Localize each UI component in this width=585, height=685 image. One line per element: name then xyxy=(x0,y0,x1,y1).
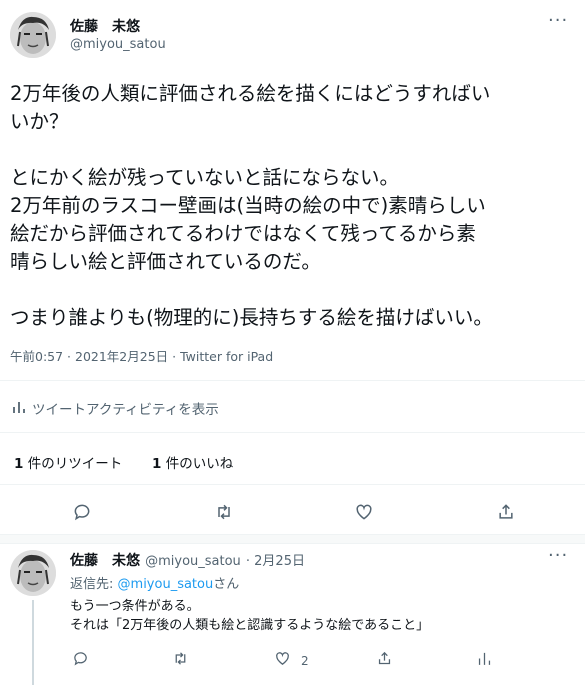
thread-line xyxy=(32,600,34,685)
author-handle[interactable]: @miyou_satou xyxy=(70,37,166,52)
likes-label: 件のいいね xyxy=(165,456,234,472)
divider xyxy=(0,432,585,433)
reply-like-count: 2 xyxy=(301,653,309,668)
likes-count: 1 xyxy=(152,456,162,472)
view-activity-link[interactable]: ツイートアクティビティを表示 xyxy=(12,398,219,418)
retweet-icon[interactable] xyxy=(212,500,236,524)
activity-icon xyxy=(12,399,26,418)
replying-prefix: 返信先: xyxy=(70,577,114,592)
reply-header: 佐藤 未悠 @miyou_satou · 2月25日 xyxy=(70,550,305,570)
like-icon[interactable] xyxy=(352,500,376,524)
reply-like-icon xyxy=(274,650,291,671)
reply-icon[interactable] xyxy=(70,500,94,524)
reply-more-icon[interactable]: ··· xyxy=(548,545,568,566)
share-icon[interactable] xyxy=(494,500,518,524)
more-icon[interactable]: ··· xyxy=(548,10,568,31)
author-name[interactable]: 佐藤 未悠 xyxy=(70,16,140,36)
section-divider xyxy=(0,534,585,544)
reply-like-button[interactable]: 2 xyxy=(274,650,309,671)
reply-share-icon[interactable] xyxy=(376,650,393,671)
divider xyxy=(0,380,585,381)
tweet-timestamp[interactable]: 午前0:57 · 2021年2月25日 · Twitter for iPad xyxy=(10,346,273,365)
activity-label: ツイートアクティビティを表示 xyxy=(32,402,219,418)
retweets-count: 1 xyxy=(14,456,24,472)
retweets-stat[interactable]: 1 件のリツイート xyxy=(14,452,122,472)
reply-activity-icon[interactable] xyxy=(476,650,493,671)
reply-date[interactable]: · 2月25日 xyxy=(246,554,305,569)
reply-text: もう一つ条件がある。 それは「2万年後の人類も絵と認識するような絵であること」 xyxy=(70,599,430,633)
author-avatar[interactable] xyxy=(10,12,56,58)
replying-to: 返信先: @miyou_satouさん xyxy=(70,573,239,592)
likes-stat[interactable]: 1 件のいいね xyxy=(152,452,233,472)
reply-retweet-icon[interactable] xyxy=(172,650,189,671)
replying-suffix: さん xyxy=(213,577,240,592)
reply-author-avatar[interactable] xyxy=(10,550,56,596)
reply-author-name[interactable]: 佐藤 未悠 xyxy=(70,553,140,569)
reply-reply-icon[interactable] xyxy=(72,650,89,671)
reply-author-handle[interactable]: @miyou_satou xyxy=(145,554,241,569)
divider xyxy=(0,484,585,485)
replying-handle-link[interactable]: @miyou_satou xyxy=(118,577,214,592)
tweet-text: 2万年後の人類に評価される絵を描くにはどうすればい いか？ とにかく絵が残ってい… xyxy=(10,82,493,329)
retweets-label: 件のリツイート xyxy=(27,456,123,472)
